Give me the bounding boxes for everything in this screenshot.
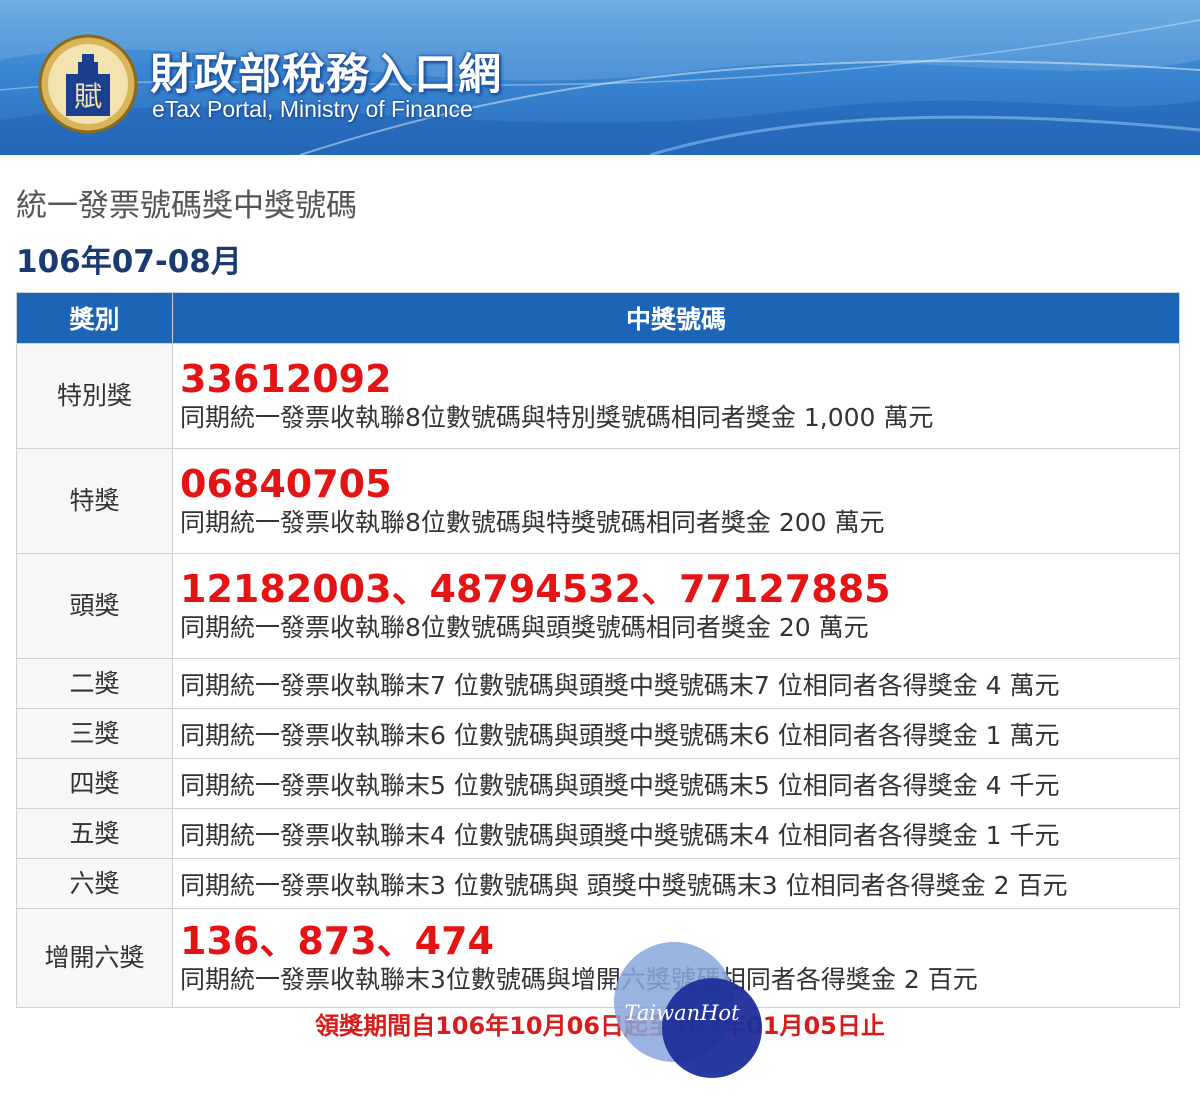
period-label: 106年07-08月 (16, 244, 242, 280)
category-cell: 特別獎 (16, 343, 173, 449)
table-row: 增開六獎 136、873、474 同期統一發票收執聯末3位數號碼與增開六獎號碼相… (16, 908, 1180, 1008)
table-row: 頭獎 12182003、48794532、77127885 同期統一發票收執聯8… (16, 553, 1180, 659)
prize-description: 同期統一發票收執聯末3 位數號碼與 頭獎中獎號碼末3 位相同者各得獎金 2 百元 (172, 858, 1180, 909)
watermark-text: TaiwanHot (624, 1001, 740, 1025)
prize-description: 同期統一發票收執聯末4 位數號碼與頭獎中獎號碼末4 位相同者各得獎金 1 千元 (172, 808, 1180, 859)
site-banner: 賦 財政部稅務入口網 eTax Portal, Ministry of Fina… (0, 0, 1200, 155)
prize-description: 同期統一發票收執聯末7 位數號碼與頭獎中獎號碼末7 位相同者各得獎金 4 萬元 (172, 658, 1180, 709)
category-cell: 頭獎 (16, 553, 173, 659)
logo-text: 賦 (74, 80, 102, 113)
prize-description: 同期統一發票收執聯8位數號碼與頭獎號碼相同者獎金 20 萬元 (180, 613, 869, 642)
table-header-row: 獎別 中獎號碼 (16, 292, 1180, 344)
category-cell: 增開六獎 (16, 908, 173, 1008)
table-row: 六獎 同期統一發票收執聯末3 位數號碼與 頭獎中獎號碼末3 位相同者各得獎金 2… (16, 858, 1180, 909)
prize-description: 同期統一發票收執聯末5 位數號碼與頭獎中獎號碼末5 位相同者各得獎金 4 千元 (172, 758, 1180, 809)
ministry-logo-icon: 賦 (38, 34, 138, 134)
table-row: 五獎 同期統一發票收執聯末4 位數號碼與頭獎中獎號碼末4 位相同者各得獎金 1 … (16, 808, 1180, 859)
table-row: 特獎 06840705 同期統一發票收執聯8位數號碼與特獎號碼相同者獎金 200… (16, 448, 1180, 554)
category-cell: 六獎 (16, 858, 173, 909)
table-row: 特別獎 33612092 同期統一發票收執聯8位數號碼與特別獎號碼相同者獎金 1… (16, 343, 1180, 449)
category-cell: 特獎 (16, 448, 173, 554)
table-row: 二獎 同期統一發票收執聯末7 位數號碼與頭獎中獎號碼末7 位相同者各得獎金 4 … (16, 658, 1180, 709)
header-numbers: 中獎號碼 (172, 292, 1180, 344)
prize-description: 同期統一發票收執聯末6 位數號碼與頭獎中獎號碼末6 位相同者各得獎金 1 萬元 (172, 708, 1180, 759)
table-row: 四獎 同期統一發票收執聯末5 位數號碼與頭獎中獎號碼末5 位相同者各得獎金 4 … (16, 758, 1180, 809)
claim-period: 領獎期間自106年10月06日起至107年01月05日止 (315, 1012, 885, 1040)
site-subtitle: eTax Portal, Ministry of Finance (152, 96, 473, 122)
prize-cell: 12182003、48794532、77127885 同期統一發票收執聯8位數號… (172, 553, 1180, 659)
prize-cell: 33612092 同期統一發票收執聯8位數號碼與特別獎號碼相同者獎金 1,000… (172, 343, 1180, 449)
prize-description: 同期統一發票收執聯8位數號碼與特獎號碼相同者獎金 200 萬元 (180, 508, 885, 537)
prize-table: 獎別 中獎號碼 特別獎 33612092 同期統一發票收執聯8位數號碼與特別獎號… (16, 292, 1180, 1008)
table-row: 三獎 同期統一發票收執聯末6 位數號碼與頭獎中獎號碼末6 位相同者各得獎金 1 … (16, 708, 1180, 759)
prize-description: 同期統一發票收執聯8位數號碼與特別獎號碼相同者獎金 1,000 萬元 (180, 403, 934, 432)
watermark-logo-icon: TaiwanHot (614, 942, 762, 1078)
prize-cell: 06840705 同期統一發票收執聯8位數號碼與特獎號碼相同者獎金 200 萬元 (172, 448, 1180, 554)
site-title[interactable]: 財政部稅務入口網 (150, 40, 502, 102)
winning-numbers: 33612092 (180, 357, 392, 401)
page-title: 統一發票號碼獎中獎號碼 (16, 188, 357, 224)
category-cell: 四獎 (16, 758, 173, 809)
category-cell: 二獎 (16, 658, 173, 709)
winning-numbers: 12182003、48794532、77127885 (180, 567, 891, 611)
category-cell: 五獎 (16, 808, 173, 859)
header-category: 獎別 (16, 292, 173, 344)
winning-numbers: 06840705 (180, 462, 392, 506)
category-cell: 三獎 (16, 708, 173, 759)
